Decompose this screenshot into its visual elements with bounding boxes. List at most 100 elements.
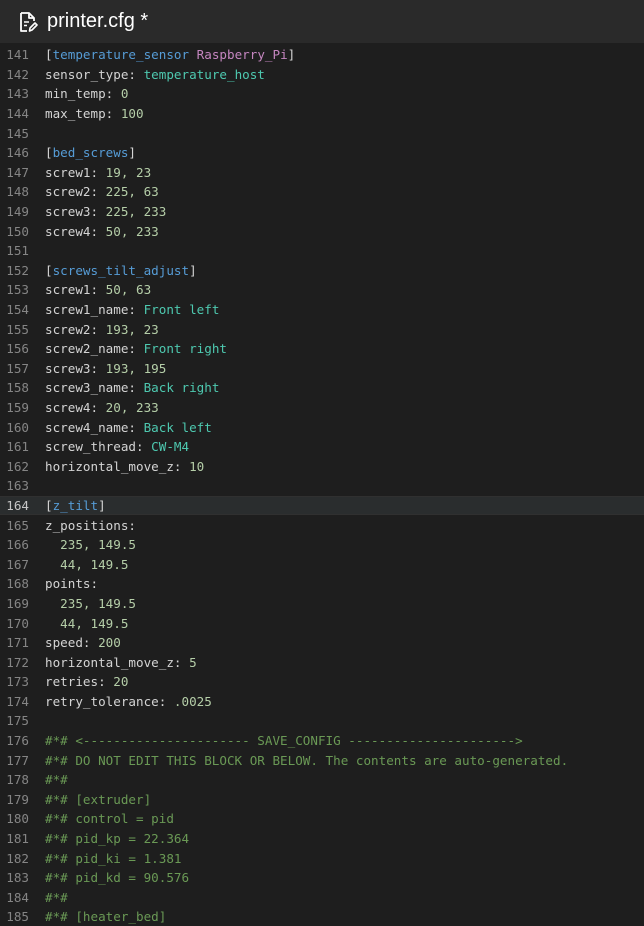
code-line[interactable]: 184 #*# [0,888,644,908]
line-number: 154 [6,302,29,318]
code-line[interactable]: 152 [screws_tilt_adjust] [0,261,644,281]
token-key: screw3_name: [45,380,144,396]
code-line[interactable]: 161 screw_thread: CW-M4 [0,437,644,457]
token-key: screw4_name: [45,419,144,435]
line-text: [z_tilt] [45,498,106,513]
code-editor: printer.cfg * 141 [temperature_sensor Ras… [0,0,644,926]
token-cm: #*# pid_kp = 22.364 [45,831,190,847]
token-br: [ [45,47,53,63]
line-number: 169 [6,595,29,611]
code-line[interactable]: 145 [0,123,644,143]
line-text: #*# <---------------------- SAVE_CONFIG … [45,733,523,748]
line-number: 183 [6,870,29,886]
code-line[interactable]: 174 retry_tolerance: .0025 [0,692,644,712]
line-number: 165 [6,517,29,533]
code-line[interactable]: 183 #*# pid_kd = 90.576 [0,868,644,888]
token-key: z_positions: [45,517,136,533]
token-num: 20 [113,674,129,690]
code-line[interactable]: 141 [temperature_sensor Raspberry_Pi] [0,45,644,65]
token-sec: z_tilt [52,497,99,513]
code-line[interactable]: 160 screw4_name: Back left [0,417,644,437]
token-br: [ [45,497,53,513]
code-line[interactable]: 149 screw3: 225, 233 [0,202,644,222]
code-line[interactable]: 159 screw4: 20, 233 [0,398,644,418]
code-line[interactable]: 162 horizontal_move_z: 10 [0,456,644,476]
code-line[interactable]: 169 235, 149.5 [0,594,644,614]
code-line[interactable]: 151 [0,241,644,261]
token-key [45,596,60,611]
code-line[interactable]: 167 44, 149.5 [0,554,644,574]
line-number: 166 [6,537,29,553]
line-text: #*# [heater_bed] [45,909,166,924]
code-line[interactable]: 155 screw2: 193, 23 [0,319,644,339]
token-str: Front right [143,341,227,357]
line-text: points: [45,576,98,591]
code-lines[interactable]: 141 [temperature_sensor Raspberry_Pi] 142 s… [0,43,644,926]
token-key: screw4: [45,223,106,239]
token-key: speed: [45,635,99,651]
line-number: 176 [6,733,29,749]
code-line[interactable]: 147 screw1: 19, 23 [0,163,644,183]
line-text: [screws_tilt_adjust] [45,263,197,278]
line-text: screw1_name: Front left [45,302,219,317]
token-sec: bed_screws [52,145,129,161]
token-br: [ [45,262,53,278]
line-text: screw_thread: CW-M4 [45,439,189,454]
code-line[interactable]: 146 [bed_screws] [0,143,644,163]
code-line[interactable]: 177 #*# DO NOT EDIT THIS BLOCK OR BELOW. … [0,750,644,770]
line-text: screw2: 225, 63 [45,184,159,199]
code-line[interactable]: 171 speed: 200 [0,633,644,653]
code-line[interactable]: 148 screw2: 225, 63 [0,182,644,202]
token-br [189,47,197,62]
token-str: Back right [143,380,220,396]
line-text: retry_tolerance: .0025 [45,694,212,709]
code-line[interactable]: 154 screw1_name: Front left [0,300,644,320]
line-number: 147 [6,164,29,180]
token-cm: #*# DO NOT EDIT THIS BLOCK OR BELOW. The… [45,752,569,768]
code-line[interactable]: 142 sensor_type: temperature_host [0,65,644,85]
token-str: Front left [143,302,220,318]
code-line[interactable]: 150 screw4: 50, 233 [0,221,644,241]
code-line[interactable]: 181 #*# pid_kp = 22.364 [0,829,644,849]
code-line[interactable]: 165 z_positions: [0,515,644,535]
token-cm: #*# [extruder] [45,791,152,807]
code-line[interactable]: 164 [z_tilt] [0,495,644,516]
code-line[interactable]: 180 #*# control = pid [0,809,644,829]
code-line[interactable]: 182 #*# pid_ki = 1.381 [0,848,644,868]
code-line[interactable]: 153 screw1: 50, 63 [0,280,644,300]
code-line[interactable]: 179 #*# [extruder] [0,790,644,810]
token-cm: #*# <---------------------- SAVE_CONFIG … [45,733,523,749]
token-num: 50, 233 [105,223,159,239]
token-cm: #*# control = pid [45,811,174,827]
token-br: ] [189,262,197,278]
code-line[interactable]: 156 screw2_name: Front right [0,339,644,359]
line-number: 171 [6,635,29,651]
code-line[interactable]: 170 44, 149.5 [0,613,644,633]
code-line[interactable]: 143 min_temp: 0 [0,84,644,104]
line-number: 144 [6,106,29,122]
code-line[interactable]: 157 screw3: 193, 195 [0,359,644,379]
code-line[interactable]: 166 235, 149.5 [0,535,644,555]
line-number: 179 [6,791,29,807]
token-key: min_temp: [45,86,121,102]
token-str: CW-M4 [151,439,190,455]
token-num: 10 [189,458,205,474]
code-line[interactable]: 175 [0,711,644,731]
code-line[interactable]: 163 [0,476,644,496]
line-number: 180 [6,811,29,827]
code-line[interactable]: 176 #*# <---------------------- SAVE_CONF… [0,731,644,751]
token-br: ] [287,47,296,63]
code-line[interactable]: 158 screw3_name: Back right [0,378,644,398]
code-line[interactable]: 172 horizontal_move_z: 5 [0,652,644,672]
code-line[interactable]: 178 #*# [0,770,644,790]
line-text: retries: 20 [45,674,128,689]
line-text: #*# control = pid [45,811,174,826]
code-line[interactable]: 185 #*# [heater_bed] [0,907,644,926]
code-line[interactable]: 173 retries: 20 [0,672,644,692]
token-key: max_temp: [45,106,121,122]
line-number: 162 [6,458,29,474]
token-key [45,616,60,631]
code-line[interactable]: 144 max_temp: 100 [0,104,644,124]
line-text: #*# pid_kp = 22.364 [45,831,189,846]
code-line[interactable]: 168 points: [0,574,644,594]
